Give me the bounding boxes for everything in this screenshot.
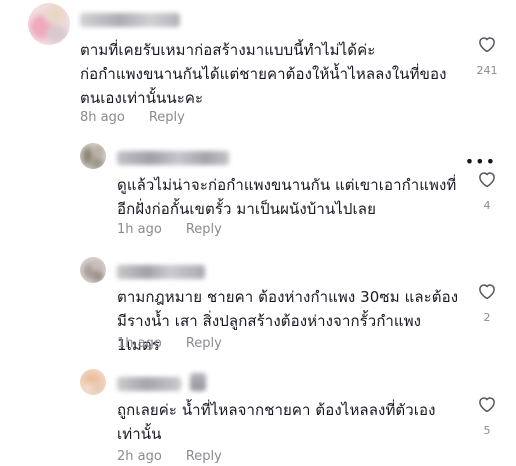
comment-meta: 2h ago Reply (117, 448, 222, 466)
comment-text: ดูแล้วไม่น่าจะก่อกำแพงขนานกัน แต่เขาเอาก… (117, 176, 457, 218)
comment-time: 1h ago (117, 222, 162, 237)
like-count: 4 (483, 199, 491, 212)
like-count: 241 (476, 64, 498, 77)
avatar[interactable] (80, 257, 106, 283)
like-control: 241 (471, 36, 503, 77)
avatar[interactable] (80, 143, 106, 169)
reply-button[interactable]: Reply (149, 109, 185, 127)
avatar[interactable] (80, 369, 106, 395)
comment-item-4: ถูกเลยค่ะ น้ำที่ไหลจากชายคา ต้องไหลลงที่… (0, 364, 516, 466)
like-count: 2 (483, 311, 491, 324)
like-control: 4 (471, 171, 503, 212)
username-blurred[interactable] (117, 377, 181, 391)
heart-outline-icon[interactable] (478, 396, 496, 412)
heart-outline-icon[interactable] (478, 36, 496, 52)
username-emoji-blurred (190, 373, 206, 391)
reply-button[interactable]: Reply (186, 221, 222, 239)
reply-button[interactable]: Reply (186, 448, 222, 466)
more-dots-icon[interactable]: ••• (465, 152, 496, 171)
comment-meta: 1h ago Reply (117, 221, 222, 239)
comment-text: ตามที่เคยรับเหมาก่อสร้างมาแบบนี้ทำไม่ได้… (80, 41, 447, 107)
heart-outline-icon[interactable] (478, 283, 496, 299)
comment-text: ถูกเลยค่ะ น้ำที่ไหลจากชายคา ต้องไหลลงที่… (117, 401, 436, 443)
avatar[interactable] (28, 3, 70, 45)
heart-outline-icon[interactable] (478, 171, 496, 187)
comment-thread: ตามที่เคยรับเหมาก่อสร้างมาแบบนี้ทำไม่ได้… (0, 0, 516, 466)
reply-button[interactable]: Reply (186, 335, 222, 353)
username-blurred[interactable] (117, 151, 229, 165)
comment-meta: 8h ago Reply (80, 109, 185, 127)
like-count: 5 (483, 424, 491, 437)
like-control: 5 (471, 396, 503, 437)
like-control: 2 (471, 283, 503, 324)
comment-time: 2h ago (117, 449, 162, 464)
comment-item-2: ดูแล้วไม่น่าจะก่อกำแพงขนานกัน แต่เขาเอาก… (0, 140, 516, 252)
username-blurred[interactable] (117, 265, 205, 279)
comment-meta: 1h ago Reply (117, 335, 222, 353)
comment-time: 8h ago (80, 110, 125, 125)
username-blurred[interactable] (80, 13, 180, 27)
comment-item-1: ตามที่เคยรับเหมาก่อสร้างมาแบบนี้ทำไม่ได้… (0, 0, 516, 140)
comment-item-3: ตามกฎหมาย ชายคา ต้องห่างกำแพง 30ซม และต้… (0, 252, 516, 364)
comment-time: 1h ago (117, 336, 162, 351)
